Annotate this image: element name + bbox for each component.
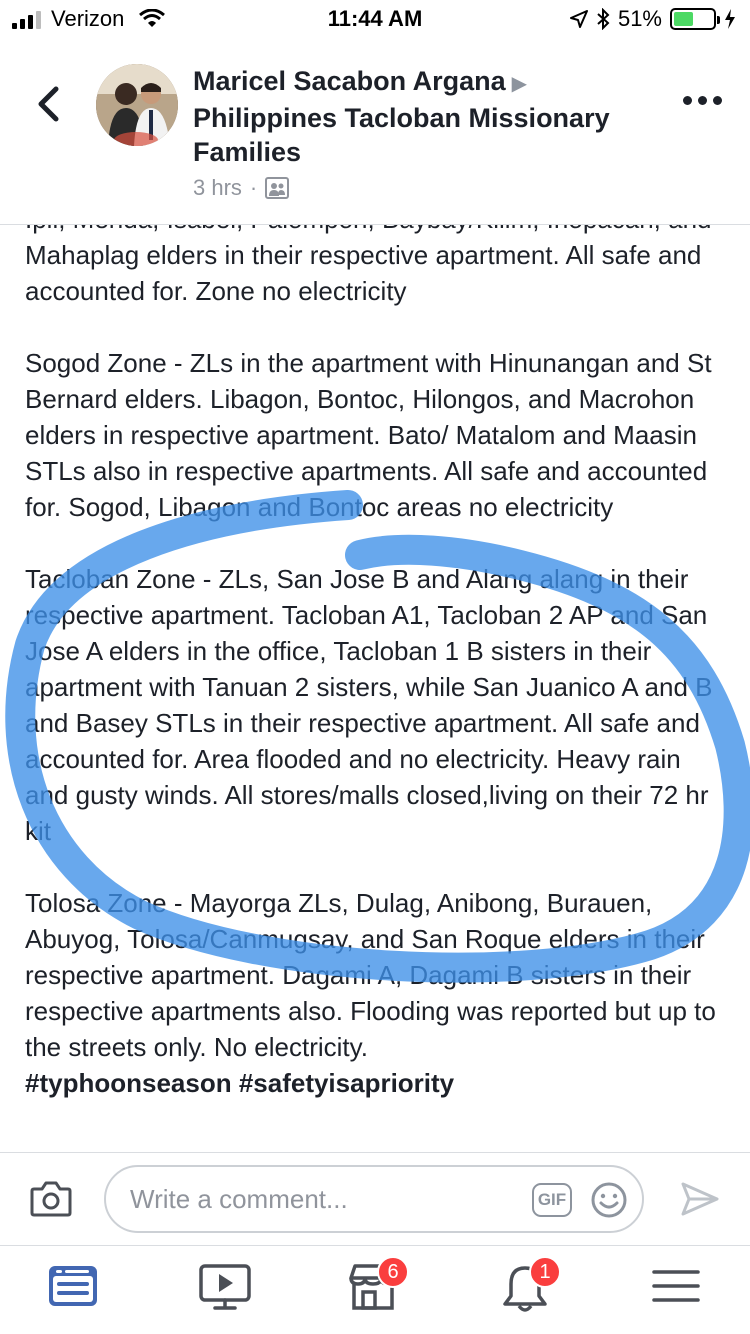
notifications-badge: 1	[529, 1256, 561, 1288]
camera-icon[interactable]	[30, 1179, 72, 1219]
location-arrow-icon	[569, 10, 588, 28]
video-icon	[199, 1264, 251, 1310]
group-name-line1[interactable]: Philippines Tacloban Missionary	[193, 101, 663, 135]
avatar[interactable]	[96, 64, 178, 146]
emoji-icon[interactable]	[590, 1181, 628, 1219]
post-paragraph: Sogod Zone - ZLs in the apartment with H…	[25, 348, 712, 522]
gif-icon[interactable]: GIF	[532, 1183, 572, 1217]
post-meta: 3 hrs ·	[193, 175, 663, 201]
group-name-line2[interactable]: Families	[193, 135, 663, 169]
post-title-block: Maricel Sacabon Argana ▶ Philippines Tacl…	[193, 64, 663, 201]
tab-bar: 6 1	[0, 1246, 750, 1334]
comment-bar: Write a comment... GIF	[0, 1153, 750, 1245]
post-paragraph: Tacloban Zone - ZLs, San Jose B and Alan…	[25, 564, 713, 846]
tab-marketplace[interactable]: 6	[345, 1256, 409, 1318]
battery-fill	[674, 12, 694, 26]
comment-placeholder: Write a comment...	[130, 1183, 348, 1214]
comment-input[interactable]: Write a comment... GIF	[104, 1165, 644, 1233]
marketplace-badge: 6	[377, 1256, 409, 1288]
author-name[interactable]: Maricel Sacabon Argana	[193, 66, 506, 96]
status-right: 51%	[569, 6, 736, 32]
status-bar: Verizon 11:44 AM 51%	[0, 0, 750, 40]
back-arrow-icon	[38, 86, 59, 122]
tab-news-feed[interactable]	[45, 1262, 105, 1318]
back-button[interactable]	[30, 82, 66, 126]
author-line: Maricel Sacabon Argana ▶	[193, 64, 663, 101]
group-privacy-icon	[265, 177, 290, 199]
tab-menu[interactable]	[648, 1262, 708, 1318]
post-body: Ipil, Merida, Isabel, Palompon, Baybay/K…	[25, 225, 730, 1101]
post-content-area[interactable]: Ipil, Merida, Isabel, Palompon, Baybay/K…	[0, 225, 750, 1150]
post-header: Maricel Sacabon Argana ▶ Philippines Tacl…	[0, 40, 750, 225]
tab-watch[interactable]	[197, 1262, 257, 1318]
post-paragraph: Ipil, Merida, Isabel, Palompon, Baybay/K…	[25, 225, 712, 306]
battery-icon	[670, 8, 720, 30]
more-options-button[interactable]	[683, 96, 722, 105]
meta-separator: ·	[249, 175, 258, 200]
news-feed-icon	[49, 1266, 97, 1306]
post-hashtags[interactable]: #typhoonseason #safetyisapriority	[25, 1065, 730, 1101]
menu-icon	[652, 1270, 700, 1302]
more-dots-icon	[683, 96, 692, 105]
charging-icon	[725, 9, 735, 29]
post-time[interactable]: 3 hrs	[193, 175, 242, 201]
play-arrow-icon: ▶	[511, 73, 527, 95]
tab-notifications[interactable]: 1	[497, 1256, 561, 1318]
bluetooth-icon	[597, 8, 610, 30]
send-icon[interactable]	[680, 1181, 720, 1217]
post-paragraph: Tolosa Zone - Mayorga ZLs, Dulag, Anibon…	[25, 888, 716, 1062]
battery-percent: 51%	[617, 6, 662, 31]
